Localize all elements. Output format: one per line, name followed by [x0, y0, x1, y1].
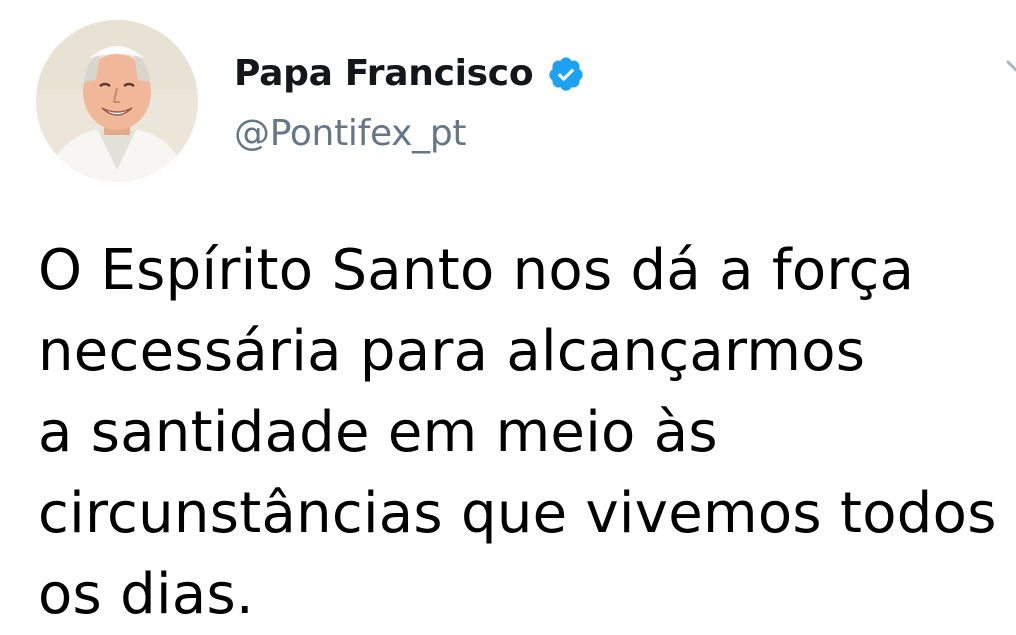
tweet-text-line: a santidade em meio às	[38, 400, 718, 465]
tweet-text-line: os dias.	[38, 562, 255, 627]
tweet-text: O Espírito Santo nos dá a força necessár…	[38, 230, 997, 635]
author-display-name[interactable]: Papa Francisco	[234, 52, 534, 96]
tweet-text-line: circunstâncias que vivemos todos	[38, 481, 997, 546]
tweet-text-line: O Espírito Santo nos dá a força	[38, 238, 915, 303]
tweet-text-line: necessária para alcançarmos	[38, 319, 866, 384]
author-name-row: Papa Francisco	[234, 52, 585, 96]
pope-portrait-icon	[36, 20, 198, 182]
tweet-card: Papa Francisco @Pontifex_pt O Espírito S…	[0, 0, 1016, 635]
chevron-down-icon[interactable]	[996, 54, 1016, 78]
author-handle[interactable]: @Pontifex_pt	[234, 112, 467, 156]
verified-badge-icon	[547, 55, 585, 93]
author-avatar[interactable]	[36, 20, 198, 182]
